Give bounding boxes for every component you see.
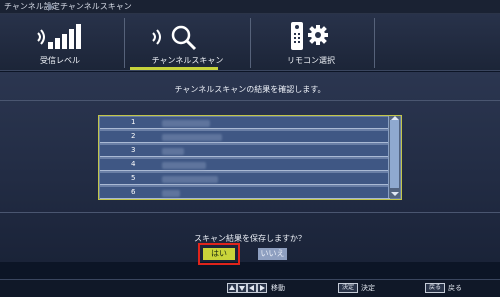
obscured-channel-name xyxy=(162,162,206,169)
enter-hint: 決定 xyxy=(361,284,375,292)
scroll-down-icon[interactable] xyxy=(391,192,399,196)
obscured-channel-name xyxy=(162,190,180,197)
obscured-channel-name xyxy=(162,148,184,155)
channel-scan-icon xyxy=(152,25,197,51)
back-hint: 戻る xyxy=(448,284,462,292)
channel-number: 6 xyxy=(131,188,136,196)
list-item[interactable]: 6 xyxy=(100,187,390,199)
channel-number: 3 xyxy=(131,146,136,154)
tab-signal-level[interactable]: 受信レベル xyxy=(0,14,124,71)
divider xyxy=(0,212,500,213)
enter-key-icon: 決定 xyxy=(338,283,358,293)
channel-number: 2 xyxy=(131,132,136,140)
channel-number: 4 xyxy=(131,160,136,168)
list-scrollbar[interactable] xyxy=(388,116,400,198)
obscured-channel-name xyxy=(162,134,222,141)
channel-number: 1 xyxy=(131,118,136,126)
tab-label: チャンネルスキャン xyxy=(151,56,224,65)
tab-remote-select[interactable]: リモコン選択 xyxy=(251,14,374,71)
breadcrumb-current: チャンネルスキャン xyxy=(60,2,132,11)
channel-number: 5 xyxy=(131,174,136,182)
tab-divider xyxy=(374,18,375,68)
scroll-thumb[interactable] xyxy=(390,120,399,188)
save-question: スキャン結果を保存しますか？ xyxy=(194,234,306,243)
move-hint: 移動 xyxy=(271,284,285,292)
tab-label: リモコン選択 xyxy=(287,56,335,65)
signal-level-icon xyxy=(37,24,81,49)
back-key-icon: 戻る xyxy=(425,283,445,293)
divider xyxy=(0,100,500,101)
tab-channel-scan[interactable]: チャンネルスキャン xyxy=(125,14,250,71)
page-title: チャンネルスキャンの結果を確認します。 xyxy=(174,85,326,94)
list-item[interactable]: 5 xyxy=(100,173,390,185)
tab-label: 受信レベル xyxy=(40,56,80,65)
no-button[interactable]: いいえ xyxy=(258,248,287,260)
list-item[interactable]: 4 xyxy=(100,159,390,171)
obscured-channel-name xyxy=(162,120,210,127)
list-item[interactable]: 2 xyxy=(100,131,390,143)
remote-settings-icon xyxy=(291,22,328,50)
breadcrumb-arrow-icon xyxy=(48,3,54,11)
selected-tab-indicator xyxy=(130,67,218,70)
yes-button[interactable]: はい xyxy=(203,248,235,260)
arrow-keys-icon xyxy=(227,283,267,293)
obscured-channel-name xyxy=(162,176,218,183)
list-item[interactable]: 1 xyxy=(100,117,390,129)
list-item[interactable]: 3 xyxy=(100,145,390,157)
scan-result-list[interactable]: 1 2 3 4 5 6 xyxy=(98,115,402,200)
